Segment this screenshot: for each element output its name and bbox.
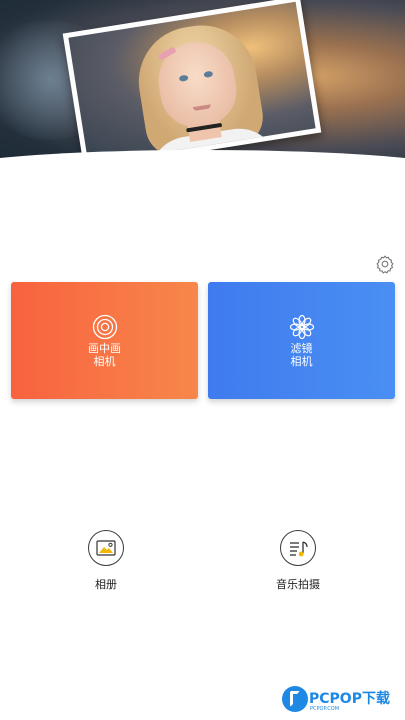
pip-camera-label-line2: 相机 — [93, 355, 116, 368]
filter-camera-label-line2: 相机 — [290, 355, 313, 368]
gallery-icon — [96, 540, 116, 556]
music-list-icon — [290, 541, 308, 557]
pip-camera-card[interactable]: 画中画 相机 — [11, 282, 198, 399]
filter-camera-card[interactable]: 滤镜 相机 — [208, 282, 395, 399]
pip-camera-icon — [92, 314, 118, 340]
album-label: 相册 — [95, 578, 117, 591]
gear-icon — [376, 255, 394, 274]
hero-photo — [68, 1, 316, 165]
hero-photo-frame — [62, 0, 322, 170]
hero-banner — [0, 0, 405, 170]
music-shoot-label: 音乐拍摄 — [276, 578, 320, 591]
watermark-sub: PCPOP.COM — [310, 706, 340, 712]
album-button[interactable] — [88, 530, 124, 566]
pcpop-watermark: PCPOP下载 PCPOP.COM — [278, 684, 405, 720]
music-shoot-button[interactable] — [280, 530, 316, 566]
pip-camera-label-line1: 画中画 — [88, 342, 121, 355]
filter-flower-icon — [289, 314, 315, 340]
pcpop-logo-icon — [282, 686, 308, 712]
settings-button[interactable] — [375, 254, 395, 274]
watermark-brand: PCPOP下载 — [309, 691, 390, 707]
filter-camera-label-line1: 滤镜 — [290, 342, 313, 355]
